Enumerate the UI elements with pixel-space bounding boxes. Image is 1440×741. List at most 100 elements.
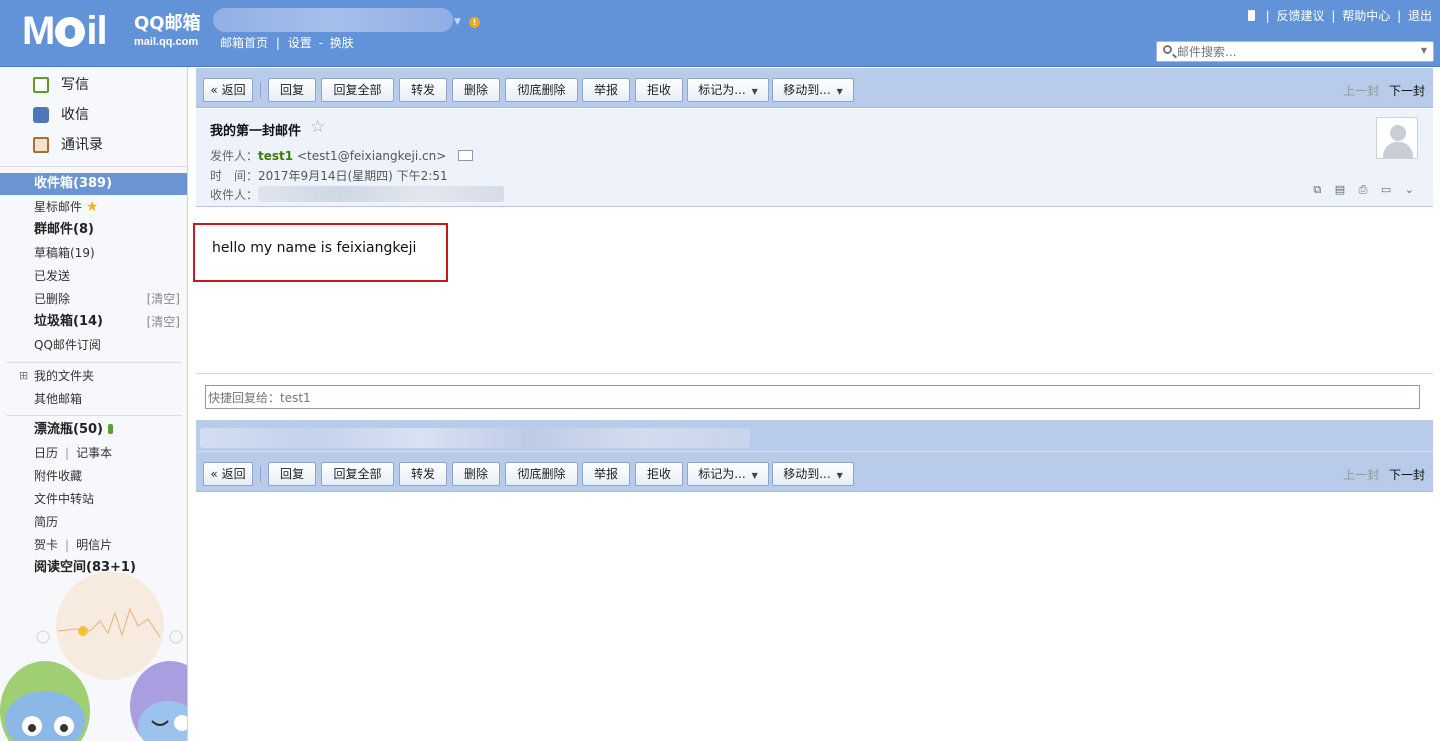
nav-dash: - — [318, 36, 323, 50]
account-name-blurred[interactable] — [213, 8, 453, 32]
clear-junk-link[interactable]: [清空] — [147, 311, 180, 333]
back-button[interactable]: « 返回 — [203, 462, 253, 486]
resume-link[interactable]: 简历 — [0, 511, 187, 533]
folder-other-mailbox[interactable]: 其他邮箱 — [0, 388, 187, 410]
sidebar: 写信 收信 通讯录 收件箱(389) 星标邮件 ★ 群邮件(8) 草稿箱(19)… — [0, 67, 188, 741]
forward-button[interactable]: 转发 — [399, 462, 447, 486]
mark-as-dropdown[interactable]: 标记为... ▼ — [687, 78, 769, 102]
folder-group-mail[interactable]: 群邮件(8) — [0, 219, 187, 241]
folder-junk[interactable]: 垃圾箱(14) [清空] — [0, 311, 187, 333]
bottle-icon — [107, 424, 113, 434]
back-button[interactable]: « 返回 — [203, 78, 253, 102]
folder-sent[interactable]: 已发送 — [0, 265, 187, 287]
time-row: 时 间：2017年9月14日(星期四) 下午2:51 — [210, 167, 448, 184]
top-toolbar: « 返回 回复 回复全部 转发 删除 彻底删除 举报 拒收 标记为... ▼ 移动… — [196, 68, 1433, 108]
my-folders-label: 我的文件夹 — [34, 369, 95, 383]
logout-link[interactable]: 退出 — [1408, 9, 1432, 23]
notebook-link[interactable]: 记事本 — [76, 446, 112, 460]
reply-all-button[interactable]: 回复全部 — [321, 78, 394, 102]
chevron-down-icon: ▼ — [751, 471, 758, 480]
quick-reply-input[interactable] — [205, 385, 1420, 409]
blurred-content — [200, 428, 750, 448]
top-links: | 反馈建议 | 帮助中心 | 退出 — [1247, 7, 1432, 24]
folder-drafts[interactable]: 草稿箱(19) — [0, 242, 187, 264]
help-link[interactable]: 帮助中心 — [1342, 9, 1390, 23]
time-label: 时 间： — [210, 169, 259, 183]
nav-divider: | — [275, 36, 280, 50]
header-nav: 邮箱首页 | 设置 - 换肤 — [220, 34, 354, 51]
mobile-icon[interactable] — [1247, 10, 1255, 21]
mail-body-text: hello my name is feixiangkeji — [212, 240, 417, 256]
folder-my-folders[interactable]: ⊞ 我的文件夹 — [0, 365, 187, 387]
mail-search-input[interactable] — [1177, 44, 1417, 59]
folder-inbox[interactable]: 收件箱(389) — [0, 173, 187, 195]
file-transfer-station[interactable]: 文件中转站 — [0, 488, 187, 510]
delete-permanently-button[interactable]: 彻底删除 — [505, 78, 578, 102]
report-button[interactable]: 举报 — [582, 78, 630, 102]
calendar-notebook: 日历 | 记事本 — [0, 442, 187, 464]
mail-search-box[interactable]: ▼ — [1156, 41, 1434, 62]
forward-button[interactable]: 转发 — [399, 78, 447, 102]
mail-subject: 我的第一封邮件 — [210, 124, 302, 139]
folder-starred[interactable]: 星标邮件 ★ — [0, 196, 187, 218]
sender-avatar[interactable] — [1376, 117, 1418, 159]
mail-body: hello my name is feixiangkeji — [193, 208, 1433, 372]
star-toggle-icon[interactable]: ☆ — [310, 117, 325, 137]
drift-bottle-label: 漂流瓶(50) — [34, 422, 103, 437]
compose-label: 写信 — [61, 77, 89, 93]
reject-button[interactable]: 拒收 — [635, 462, 683, 486]
prev-mail-link[interactable]: 上一封 — [1343, 468, 1379, 482]
settings-link[interactable]: 设置 — [288, 36, 312, 50]
reply-button[interactable]: 回复 — [268, 78, 316, 102]
clear-deleted-link[interactable]: [清空] — [147, 288, 180, 310]
mark-as-label: 标记为... — [698, 467, 746, 481]
folder-starred-label: 星标邮件 — [34, 200, 83, 214]
greeting-card-link[interactable]: 贺卡 — [34, 538, 58, 552]
divider — [260, 82, 261, 98]
mail-read-pane: « 返回 回复 回复全部 转发 删除 彻底删除 举报 拒收 标记为... ▼ 移动… — [193, 67, 1434, 741]
search-dropdown-icon[interactable]: ▼ — [1421, 46, 1427, 55]
attachment-collection[interactable]: 附件收藏 — [0, 465, 187, 487]
to-label: 收件人： — [210, 188, 259, 202]
brand: QQ邮箱 mail.qq.com — [134, 13, 201, 49]
card-postcard: 贺卡 | 明信片 — [0, 534, 187, 556]
account-dropdown-icon[interactable]: ▼ — [454, 17, 461, 27]
folder-deleted[interactable]: 已删除 [清空] — [0, 288, 187, 310]
star-icon: ★ — [85, 199, 99, 215]
bottom-toolbar: « 返回 回复 回复全部 转发 删除 彻底删除 举报 拒收 标记为... ▼ 移动… — [196, 452, 1433, 492]
expand-tree-icon[interactable]: ⊞ — [19, 365, 28, 387]
next-mail-link[interactable]: 下一封 — [1389, 84, 1425, 98]
brand-title: QQ邮箱 — [134, 13, 201, 34]
drift-bottle[interactable]: 漂流瓶(50) — [0, 419, 187, 441]
mailbox-home-link[interactable]: 邮箱首页 — [220, 36, 268, 50]
report-button[interactable]: 举报 — [582, 462, 630, 486]
sender-email: <test1@feixiangkeji.cn> — [296, 149, 447, 163]
delete-button[interactable]: 删除 — [452, 462, 500, 486]
warning-icon[interactable]: ! — [469, 17, 480, 28]
move-to-dropdown[interactable]: 移动到... ▼ — [772, 462, 854, 486]
postcard-link[interactable]: 明信片 — [76, 538, 112, 552]
link-divider: | — [1397, 9, 1402, 23]
delete-button[interactable]: 删除 — [452, 78, 500, 102]
reply-all-button[interactable]: 回复全部 — [321, 462, 394, 486]
qqmail-logo[interactable]: Mil — [22, 11, 108, 51]
move-to-dropdown[interactable]: 移动到... ▼ — [772, 78, 854, 102]
mark-as-dropdown[interactable]: 标记为... ▼ — [687, 462, 769, 486]
mail-tool-icons[interactable]: ⧉ ▤ ⎙ ▭ ⌄ — [1313, 183, 1419, 197]
reject-button[interactable]: 拒收 — [635, 78, 683, 102]
reply-button[interactable]: 回复 — [268, 462, 316, 486]
delete-permanently-button[interactable]: 彻底删除 — [505, 462, 578, 486]
contact-card-icon[interactable] — [458, 150, 474, 161]
feedback-link[interactable]: 反馈建议 — [1277, 9, 1325, 23]
avatar-head — [1390, 125, 1406, 141]
next-mail-link[interactable]: 下一封 — [1389, 468, 1425, 482]
link-divider: | — [1265, 9, 1270, 23]
folder-junk-label: 垃圾箱(14) — [34, 314, 103, 329]
skin-link[interactable]: 换肤 — [330, 36, 354, 50]
calendar-link[interactable]: 日历 — [34, 446, 58, 460]
recipient-row: 收件人： — [210, 186, 505, 203]
folder-subscriptions[interactable]: QQ邮件订阅 — [0, 334, 187, 356]
sender-name[interactable]: test1 — [258, 149, 293, 163]
prev-mail-link[interactable]: 上一封 — [1343, 84, 1379, 98]
receive-label: 收信 — [61, 107, 89, 123]
